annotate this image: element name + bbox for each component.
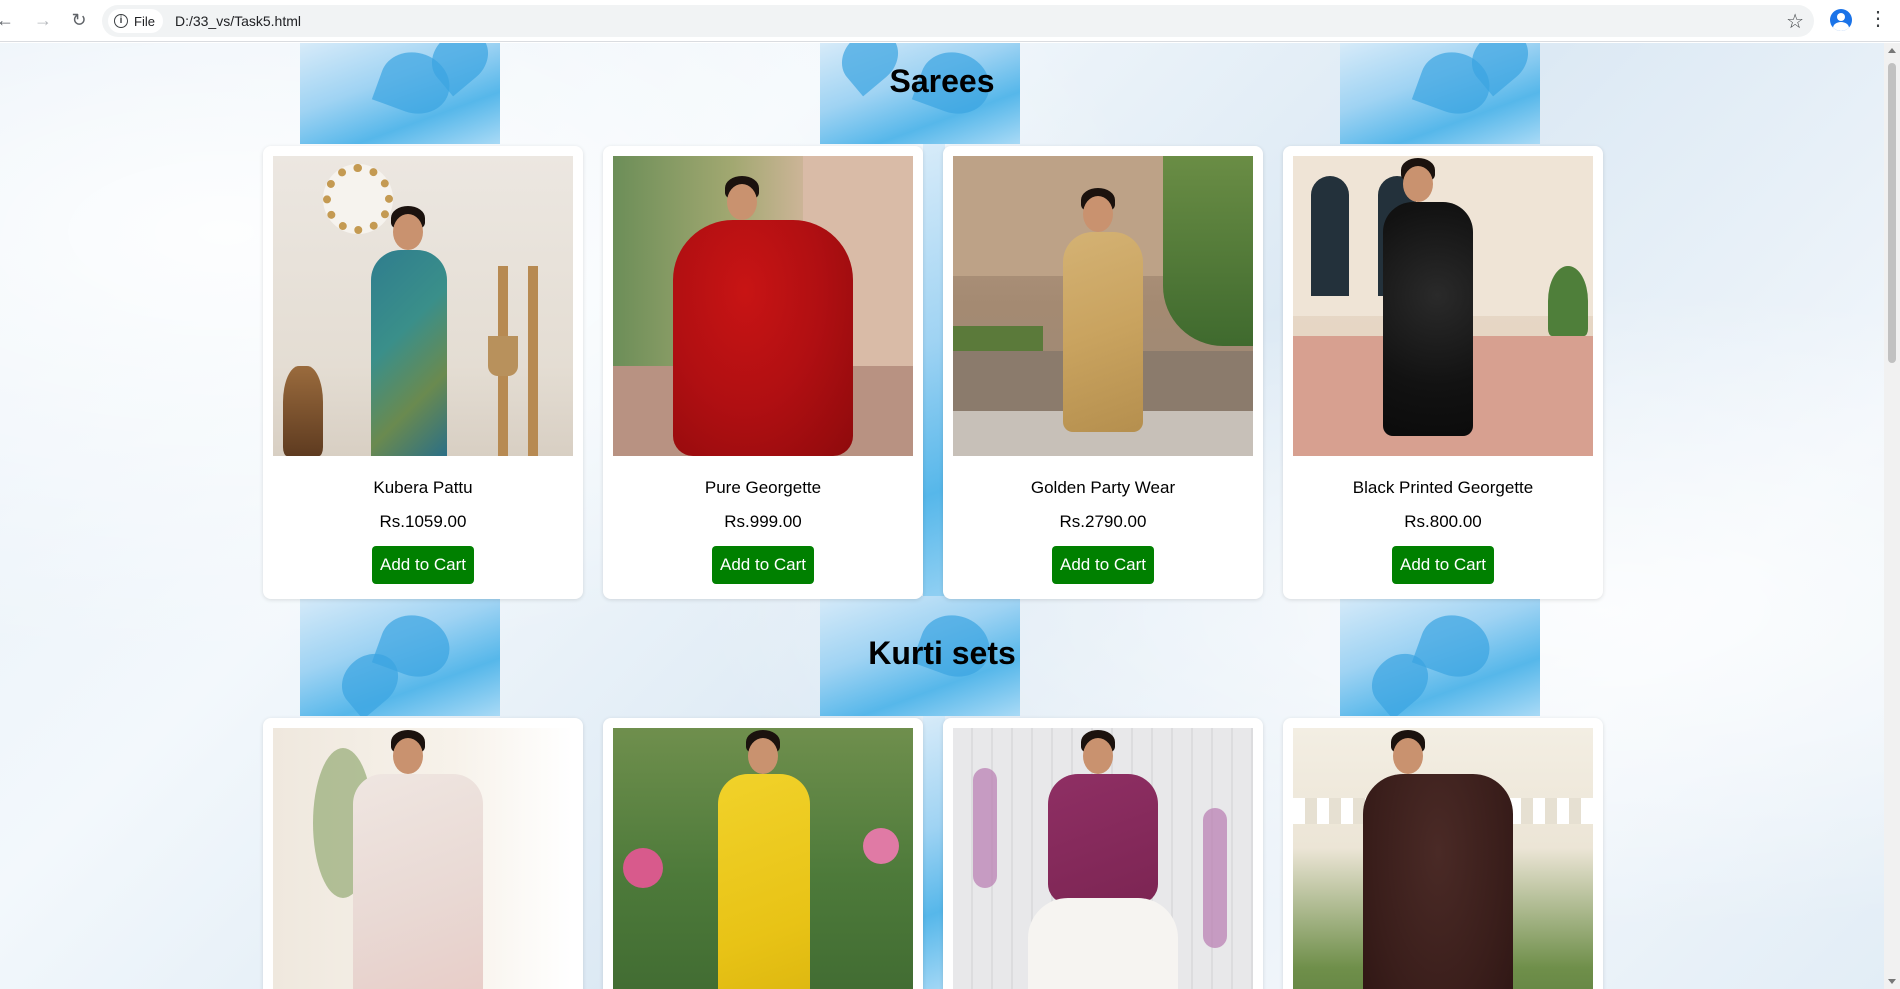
forward-arrow-icon[interactable]: → (28, 6, 58, 36)
product-image[interactable] (953, 156, 1253, 456)
info-icon: i (114, 14, 128, 28)
page-viewport: Sarees Kubera Pattu Rs.1059.00 Add to Ca… (0, 43, 1884, 989)
scroll-down-arrow-icon[interactable] (1888, 979, 1896, 984)
product-image[interactable] (273, 728, 573, 989)
url-text[interactable]: D:/33_vs/Task5.html (175, 13, 301, 29)
product-card: Black Printed Georgette Rs.800.00 Add to… (1283, 146, 1603, 599)
bookmark-star-icon[interactable]: ☆ (1786, 9, 1804, 34)
add-to-cart-button[interactable]: Add to Cart (372, 546, 474, 584)
flower-decoration (923, 716, 945, 989)
scroll-up-arrow-icon[interactable] (1888, 48, 1896, 53)
product-image[interactable] (273, 156, 573, 456)
back-arrow-icon[interactable]: ← (0, 6, 20, 36)
product-image[interactable] (613, 728, 913, 989)
page-scrollbar[interactable] (1884, 43, 1900, 989)
product-card (943, 718, 1263, 989)
product-name: Black Printed Georgette (1352, 478, 1534, 497)
product-card: Golden Party Wear Rs.2790.00 Add to Cart (943, 146, 1263, 599)
product-price: Rs.2790.00 (1059, 512, 1147, 531)
product-image[interactable] (613, 156, 913, 456)
reload-icon[interactable]: ↻ (64, 6, 94, 36)
product-card (603, 718, 923, 989)
add-to-cart-button[interactable]: Add to Cart (712, 546, 814, 584)
product-card (263, 718, 583, 989)
add-to-cart-button[interactable]: Add to Cart (1052, 546, 1154, 584)
flower-decoration (923, 144, 945, 641)
address-bar[interactable]: i File D:/33_vs/Task5.html ☆ (102, 5, 1814, 37)
profile-avatar-icon[interactable] (1830, 9, 1852, 31)
product-card: Pure Georgette Rs.999.00 Add to Cart (603, 146, 923, 599)
product-name: Pure Georgette (704, 478, 822, 497)
add-to-cart-button[interactable]: Add to Cart (1392, 546, 1494, 584)
section-title-kurti-sets: Kurti sets (868, 635, 1016, 671)
product-card: Kubera Pattu Rs.1059.00 Add to Cart (263, 146, 583, 599)
site-info-label: File (134, 13, 155, 29)
product-image[interactable] (1293, 156, 1593, 456)
scrollbar-thumb[interactable] (1888, 63, 1896, 363)
site-info-chip[interactable]: i File (108, 9, 163, 33)
more-menu-icon[interactable]: ⋮ (1868, 8, 1888, 30)
product-card (1283, 718, 1603, 989)
product-name: Kubera Pattu (373, 478, 473, 497)
product-name: Golden Party Wear (1030, 478, 1176, 497)
product-price: Rs.800.00 (1404, 512, 1482, 531)
product-image[interactable] (953, 728, 1253, 989)
product-price: Rs.1059.00 (379, 512, 467, 531)
product-image[interactable] (1293, 728, 1593, 989)
browser-toolbar: ← → ↻ i File D:/33_vs/Task5.html ☆ ⋮ (0, 0, 1900, 42)
product-price: Rs.999.00 (724, 512, 802, 531)
section-title-sarees: Sarees (889, 63, 995, 99)
